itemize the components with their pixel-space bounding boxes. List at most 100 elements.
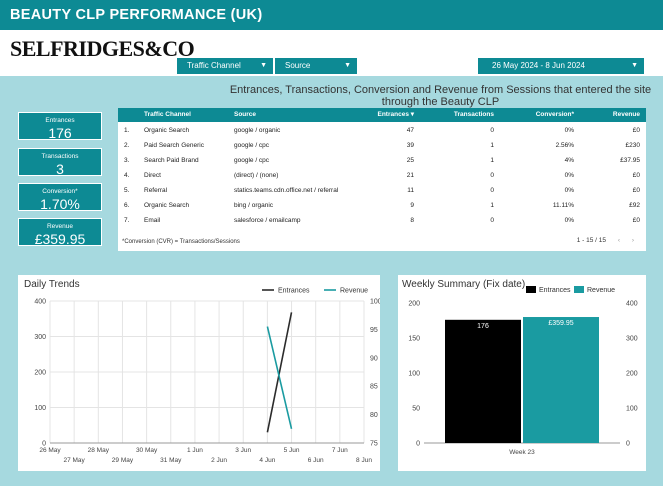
- y-tick-left: 100: [408, 371, 420, 378]
- table-row[interactable]: 3. Search Paid Brand google / cpc 25 1 4% £37.…: [118, 153, 646, 168]
- table-row[interactable]: 1. Organic Search google / organic 47 0 0% £0: [118, 123, 646, 138]
- cell-traffic-channel: Paid Search Generic: [144, 142, 204, 149]
- cell-entrances: 25: [406, 157, 414, 164]
- y-tick-left: 150: [408, 336, 420, 343]
- kpi-value: £359.95: [34, 231, 86, 247]
- traffic-channel-filter[interactable]: Traffic Channel ▼: [177, 58, 273, 74]
- row-index: 2.: [124, 142, 130, 149]
- kpi-conversion: Conversion* 1.70%: [18, 183, 102, 212]
- next-page-icon[interactable]: ›: [632, 237, 634, 244]
- prev-page-icon[interactable]: ‹: [618, 237, 620, 244]
- x-tick-label: Week 23: [509, 449, 535, 456]
- daily-trends-chart: 0100200300400758085909510026 May27 May28…: [34, 288, 380, 465]
- kpi-label: Revenue: [46, 223, 74, 230]
- cell-revenue: £0: [632, 217, 640, 224]
- traffic-channel-filter-label: Traffic Channel: [187, 61, 241, 70]
- legend-label: Entrances: [278, 288, 310, 295]
- col-source[interactable]: Source: [234, 108, 256, 122]
- cell-entrances: 21: [406, 172, 414, 179]
- table-row[interactable]: 7. Email salesforce / emailcamp 8 0 0% £0: [118, 213, 646, 228]
- date-range-picker[interactable]: 26 May 2024 - 8 Jun 2024 ▼: [478, 58, 644, 74]
- bar-data-label: £359.95: [548, 320, 573, 327]
- cell-revenue: £230: [625, 142, 640, 149]
- cell-source: bing / organic: [234, 202, 274, 209]
- row-index: 1.: [124, 127, 130, 134]
- weekly-summary-panel: Weekly Summary (Fix date) 0 50 100 150 200 0 1…: [398, 275, 646, 471]
- col-entrances[interactable]: Entrances ▾: [378, 108, 415, 122]
- x-tick-label: 2 Jun: [211, 457, 227, 464]
- col-transactions[interactable]: Transactions: [454, 108, 494, 122]
- kpi-label: Conversion*: [42, 188, 78, 195]
- table-footnote: *Conversion (CVR) = Transactions/Session…: [122, 239, 240, 245]
- kpi-value: 176: [48, 125, 72, 141]
- cell-revenue: £37.95: [620, 157, 640, 164]
- source-filter-label: Source: [285, 61, 311, 70]
- cell-source: statics.teams.cdn.office.net / referral: [234, 187, 339, 194]
- table-row[interactable]: 5. Referral statics.teams.cdn.office.net /…: [118, 183, 646, 198]
- y-tick-right: 0: [626, 441, 630, 448]
- kpi-value: 1.70%: [40, 196, 80, 212]
- cell-traffic-channel: Referral: [144, 187, 168, 194]
- x-tick-label: 6 Jun: [308, 457, 324, 464]
- y-tick-right: 95: [370, 327, 378, 334]
- row-index: 3.: [124, 157, 130, 164]
- col-revenue[interactable]: Revenue: [613, 108, 640, 122]
- bar-data-label: 176: [477, 323, 489, 330]
- cell-transactions: 0: [490, 217, 494, 224]
- table-header: Traffic Channel Source Entrances ▾ Trans…: [118, 108, 646, 122]
- cell-conversion: 2.56%: [555, 142, 574, 149]
- cell-traffic-channel: Organic Search: [144, 202, 190, 209]
- cell-source: google / organic: [234, 127, 281, 134]
- cell-conversion: 0%: [564, 172, 574, 179]
- table-row[interactable]: 4. Direct (direct) / (none) 21 0 0% £0: [118, 168, 646, 183]
- legend-swatch: [574, 286, 584, 293]
- cell-transactions: 0: [490, 127, 494, 134]
- cell-revenue: £0: [632, 172, 640, 179]
- pagination-label: 1 - 15 / 15: [576, 237, 607, 244]
- cell-transactions: 1: [490, 157, 494, 164]
- y-tick-right: 300: [626, 336, 638, 343]
- x-tick-label: 30 May: [136, 447, 158, 454]
- x-tick-label: 1 Jun: [187, 447, 203, 454]
- bar-revenue: [523, 317, 599, 443]
- col-traffic-channel[interactable]: Traffic Channel: [144, 108, 191, 122]
- x-tick-label: 28 May: [88, 447, 110, 454]
- y-tick-right: 200: [626, 371, 638, 378]
- cell-conversion: 0%: [564, 187, 574, 194]
- row-index: 5.: [124, 187, 130, 194]
- report-title: BEAUTY CLP PERFORMANCE (UK): [0, 0, 663, 30]
- y-tick-right: 80: [370, 412, 378, 419]
- x-tick-label: 29 May: [112, 457, 134, 464]
- y-tick-left: 300: [34, 334, 46, 341]
- cell-traffic-channel: Organic Search: [144, 127, 190, 134]
- cell-source: (direct) / (none): [234, 172, 279, 179]
- col-conversion[interactable]: Conversion*: [536, 108, 574, 122]
- selfridges-logo: SELFRIDGES&CO: [10, 36, 195, 61]
- cell-source: google / cpc: [234, 142, 270, 149]
- y-tick-right: 100: [626, 406, 638, 413]
- cell-conversion: 0%: [564, 127, 574, 134]
- cell-entrances: 47: [406, 127, 414, 134]
- table-row[interactable]: 2. Paid Search Generic google / cpc 39 1 2.56…: [118, 138, 646, 153]
- table-row[interactable]: 6. Organic Search bing / organic 9 1 11.11% £9…: [118, 198, 646, 213]
- y-tick-right: 90: [370, 355, 378, 362]
- legend-swatch: [526, 286, 536, 293]
- cell-entrances: 8: [410, 217, 414, 224]
- cell-source: salesforce / emailcamp: [234, 217, 301, 224]
- cell-traffic-channel: Email: [144, 217, 161, 224]
- kpi-label: Transactions: [41, 153, 79, 160]
- y-tick-left: 200: [34, 370, 46, 377]
- date-range-label: 26 May 2024 - 8 Jun 2024: [492, 61, 585, 70]
- legend-label: Revenue: [587, 287, 615, 294]
- chevron-down-icon: ▼: [344, 62, 351, 69]
- x-tick-label: 7 Jun: [332, 447, 348, 454]
- x-tick-label: 27 May: [63, 457, 85, 464]
- x-tick-label: 5 Jun: [284, 447, 300, 454]
- cell-entrances: 39: [406, 142, 414, 149]
- cell-revenue: £0: [632, 127, 640, 134]
- x-tick-label: 3 Jun: [235, 447, 251, 454]
- cell-entrances: 9: [410, 202, 414, 209]
- x-tick-label: 31 May: [160, 457, 182, 464]
- y-tick-right: 85: [370, 384, 378, 391]
- source-filter[interactable]: Source ▼: [275, 58, 357, 74]
